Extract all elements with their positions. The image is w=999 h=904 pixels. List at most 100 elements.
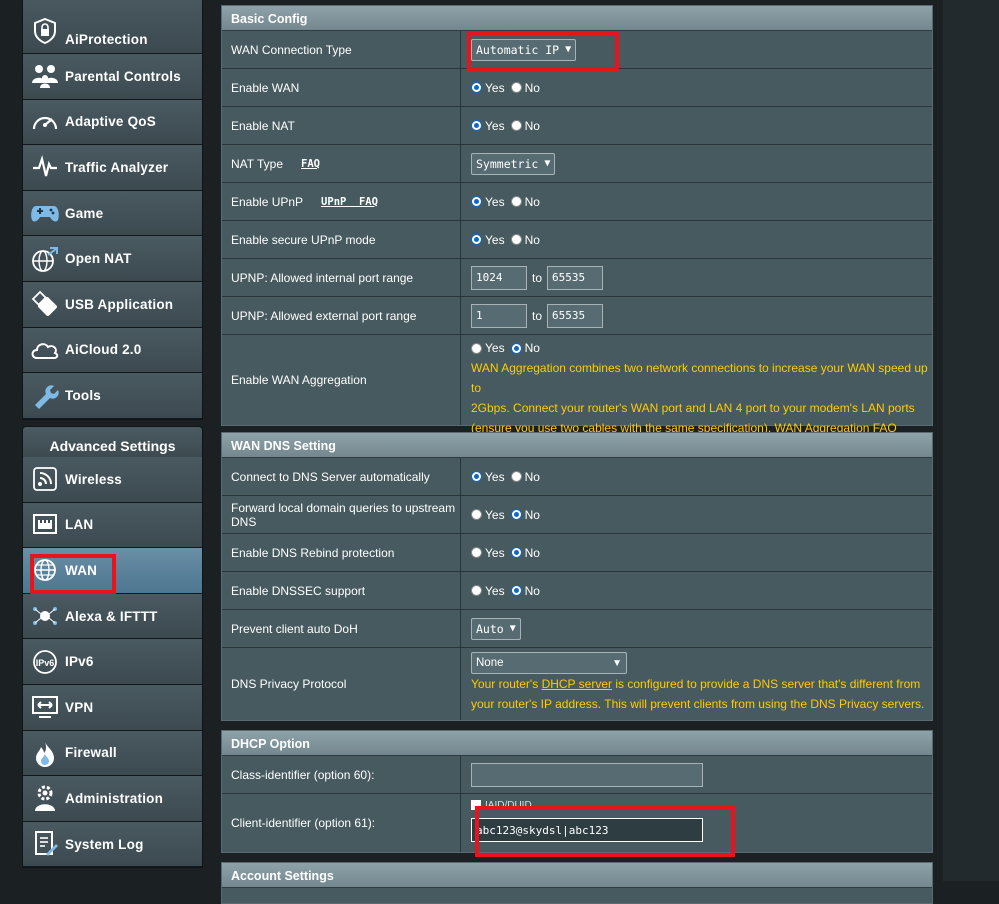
dns-auto-yes[interactable]: Yes (471, 470, 505, 484)
client-id-input[interactable]: abc123@skydsl|abc123 (471, 818, 703, 842)
dnssec-yes[interactable]: Yes (471, 584, 505, 598)
menu-item-lan[interactable]: LAN (23, 502, 202, 549)
wan-type-select[interactable]: Automatic IP ▼ (471, 38, 577, 61)
menu-item-adaptive-qos[interactable]: Adaptive QoS (23, 99, 202, 146)
external-port-label: UPNP: Allowed external port range (222, 297, 461, 334)
chevron-down-icon: ▼ (612, 657, 622, 669)
dhcp-option-title: DHCP Option (222, 731, 932, 756)
doh-select[interactable]: Auto ▼ (471, 617, 521, 640)
upnp-faq-link[interactable]: UPnP FAQ (321, 196, 378, 208)
svg-text:IPv6: IPv6 (36, 658, 55, 668)
secure-upnp-no[interactable]: No (510, 233, 540, 247)
client-id-label: Client-identifier (option 61): (222, 794, 461, 852)
secure-upnp-row: Enable secure UPnP mode Yes No (222, 221, 932, 259)
gamepad-icon (29, 197, 61, 229)
enable-nat-no[interactable]: No (510, 119, 540, 133)
enable-wan-no[interactable]: No (510, 81, 540, 95)
internal-port-from-input[interactable]: 1024 (471, 265, 527, 290)
menu-item-vpn[interactable]: VPN (23, 684, 202, 731)
dns-forward-label: Forward local domain queries to upstream… (222, 496, 461, 533)
dns-privacy-row: DNS Privacy Protocol None ▼ Your router's… (222, 648, 932, 720)
enable-wan-label: Enable WAN (222, 69, 461, 106)
enable-nat-yes[interactable]: Yes (471, 119, 505, 133)
menu-item-wan[interactable]: WAN (23, 548, 202, 594)
iaid-duid-label: IAID/DUID (485, 799, 532, 811)
wan-type-label: WAN Connection Type (222, 31, 461, 68)
basic-config-panel: Basic Config WAN Connection Type Automat… (221, 5, 933, 435)
menu-item-usb-application[interactable]: USB Application (23, 281, 202, 328)
wan-dns-title: WAN DNS Setting (222, 433, 932, 458)
menu-item-traffic-analyzer[interactable]: Traffic Analyzer (23, 145, 202, 191)
basic-config-title: Basic Config (222, 6, 932, 31)
external-port-to-input[interactable]: 65535 (547, 303, 604, 328)
enable-upnp-yes[interactable]: Yes (471, 195, 505, 209)
dns-forward-no[interactable]: No (510, 508, 540, 522)
wan-aggregation-row: Enable WAN Aggregation Yes No WAN Aggreg… (222, 335, 932, 435)
dns-forward-yes[interactable]: Yes (471, 508, 505, 522)
dns-privacy-select[interactable]: None ▼ (471, 652, 627, 674)
family-icon (29, 60, 61, 92)
enable-wan-yes[interactable]: Yes (471, 81, 505, 95)
wan-aggregation-no[interactable]: No (510, 341, 540, 355)
globe-icon (29, 554, 61, 586)
secure-upnp-yes[interactable]: Yes (471, 233, 505, 247)
dns-privacy-label: DNS Privacy Protocol (222, 648, 461, 720)
menu-item-system-log[interactable]: System Log (23, 821, 202, 868)
enable-wan-row: Enable WAN Yes No (222, 69, 932, 107)
wan-aggregation-label: Enable WAN Aggregation (222, 335, 461, 425)
client-id-row: Client-identifier (option 61): IAID/DUID… (222, 794, 932, 852)
enable-upnp-label: Enable UPnP (231, 194, 304, 209)
menu-item-firewall[interactable]: Firewall (23, 730, 202, 777)
chevron-down-icon: ▼ (544, 158, 551, 169)
lock-shield-icon (29, 15, 61, 47)
external-port-row: UPNP: Allowed external port range 1 to 6… (222, 297, 932, 335)
nat-type-select[interactable]: Symmetric ▼ (471, 152, 556, 175)
dns-auto-no[interactable]: No (510, 470, 540, 484)
wifi-icon (29, 463, 61, 495)
menu-group-advanced: Wireless LAN WAN Alexa & IFTTT IPv6 IPv6 (22, 457, 203, 869)
wan-aggregation-note: WAN Aggregation combines two network con… (471, 361, 928, 435)
class-id-input[interactable] (471, 762, 703, 787)
dns-rebind-yes[interactable]: Yes (471, 546, 505, 560)
dnssec-no[interactable]: No (510, 584, 540, 598)
menu-item-aiprotection[interactable]: AiProtection (23, 0, 202, 54)
chevron-down-icon: ▼ (509, 623, 516, 634)
secure-upnp-label: Enable secure UPnP mode (222, 221, 461, 258)
menu-item-administration[interactable]: Administration (23, 776, 202, 822)
menu-item-game[interactable]: Game (23, 190, 202, 237)
internal-port-to-input[interactable]: 65535 (547, 265, 604, 290)
nat-faq-link[interactable]: FAQ (301, 158, 320, 170)
nat-type-row: NAT Type FAQ Symmetric ▼ (222, 145, 932, 183)
page-right-edge (943, 0, 999, 881)
menu-item-aicloud[interactable]: AiCloud 2.0 (23, 327, 202, 374)
dnssec-label: Enable DNSSEC support (222, 572, 461, 609)
menu-item-open-nat[interactable]: Open NAT (23, 236, 202, 282)
menu-item-parental-controls[interactable]: Parental Controls (23, 54, 202, 100)
menu-item-alexa-ifttt[interactable]: Alexa & IFTTT (23, 593, 202, 640)
menu-item-wireless[interactable]: Wireless (23, 457, 202, 503)
cloud-icon (29, 334, 61, 366)
dns-forward-row: Forward local domain queries to upstream… (222, 496, 932, 534)
dns-rebind-no[interactable]: No (510, 546, 540, 560)
class-id-label: Class-identifier (option 60): (222, 756, 461, 793)
wan-dns-panel: WAN DNS Setting Connect to DNS Server au… (221, 432, 933, 721)
wan-aggregation-yes[interactable]: Yes (471, 341, 505, 355)
enable-upnp-no[interactable]: No (510, 195, 540, 209)
iaid-duid-checkbox[interactable] (471, 800, 481, 810)
menu-item-ipv6[interactable]: IPv6 IPv6 (23, 639, 202, 685)
dhcp-server-link[interactable]: DHCP server (542, 677, 612, 691)
wrench-icon (29, 379, 61, 411)
account-settings-panel: Account Settings (221, 862, 933, 904)
ipv6-icon: IPv6 (29, 646, 61, 678)
external-port-from-input[interactable]: 1 (471, 303, 527, 328)
dns-auto-label: Connect to DNS Server automatically (222, 458, 461, 495)
chevron-down-icon: ▼ (565, 44, 572, 55)
speedometer-icon (29, 106, 61, 138)
class-id-row: Class-identifier (option 60): (222, 756, 932, 794)
menu-item-tools[interactable]: Tools (23, 373, 202, 419)
usb-icon (29, 288, 61, 320)
globe-network-icon (29, 243, 61, 275)
enable-upnp-row: Enable UPnP UPnP FAQ Yes No (222, 183, 932, 221)
nat-type-label: NAT Type (231, 156, 284, 171)
internal-port-row: UPNP: Allowed internal port range 1024 t… (222, 259, 932, 297)
